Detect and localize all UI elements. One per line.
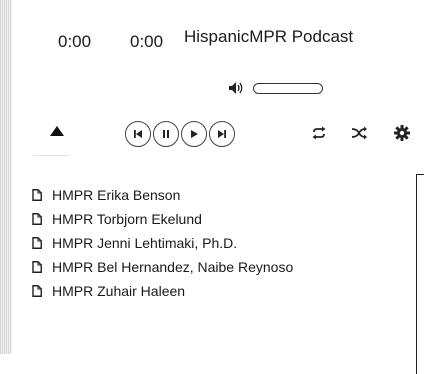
gear-icon[interactable] xyxy=(393,124,411,142)
playlist-item[interactable]: HMPR Jenni Lehtimaki, Ph.D. xyxy=(32,231,293,255)
podcast-title: HispanicMPR Podcast xyxy=(184,27,354,46)
speaker-icon[interactable] xyxy=(227,80,245,96)
playlist-item-label: HMPR Jenni Lehtimaki, Ph.D. xyxy=(52,235,238,251)
shuffle-icon[interactable] xyxy=(350,124,368,142)
playlist-item-label: HMPR Zuhair Haleen xyxy=(52,283,186,299)
playback-controls xyxy=(125,121,235,147)
left-edge-shadow xyxy=(0,0,12,354)
playlist-item[interactable]: HMPR Torbjorn Ekelund xyxy=(32,207,293,231)
document-icon xyxy=(32,213,42,225)
volume-slider[interactable] xyxy=(253,82,323,94)
next-button[interactable] xyxy=(209,121,235,147)
document-icon xyxy=(32,261,42,273)
document-icon xyxy=(32,285,42,297)
play-icon xyxy=(191,130,198,138)
play-button[interactable] xyxy=(181,121,207,147)
playlist-item-label: HMPR Erika Benson xyxy=(52,187,181,203)
previous-button[interactable] xyxy=(125,121,151,147)
playlist-item-label: HMPR Torbjorn Ekelund xyxy=(52,211,202,227)
pause-button[interactable] xyxy=(153,121,179,147)
playlist: HMPR Erika Benson HMPR Torbjorn Ekelund … xyxy=(32,183,293,303)
playlist-item[interactable]: HMPR Bel Hernandez, Naibe Reynoso xyxy=(32,255,293,279)
volume-control xyxy=(227,80,323,96)
playlist-item[interactable]: HMPR Zuhair Haleen xyxy=(32,279,293,303)
playlist-item-label: HMPR Bel Hernandez, Naibe Reynoso xyxy=(52,259,294,275)
playlist-item[interactable]: HMPR Erika Benson xyxy=(32,183,293,207)
side-panel-frame xyxy=(416,174,424,374)
repeat-icon[interactable] xyxy=(310,124,328,142)
document-icon xyxy=(32,189,42,201)
triangle-up-icon[interactable] xyxy=(48,123,66,139)
divider xyxy=(33,155,69,156)
skip-next-icon xyxy=(218,130,226,138)
duration-time: 0:00 xyxy=(130,32,164,51)
skip-previous-icon xyxy=(134,130,142,138)
current-time: 0:00 xyxy=(58,32,92,51)
pause-icon xyxy=(163,130,169,138)
document-icon xyxy=(32,237,42,249)
